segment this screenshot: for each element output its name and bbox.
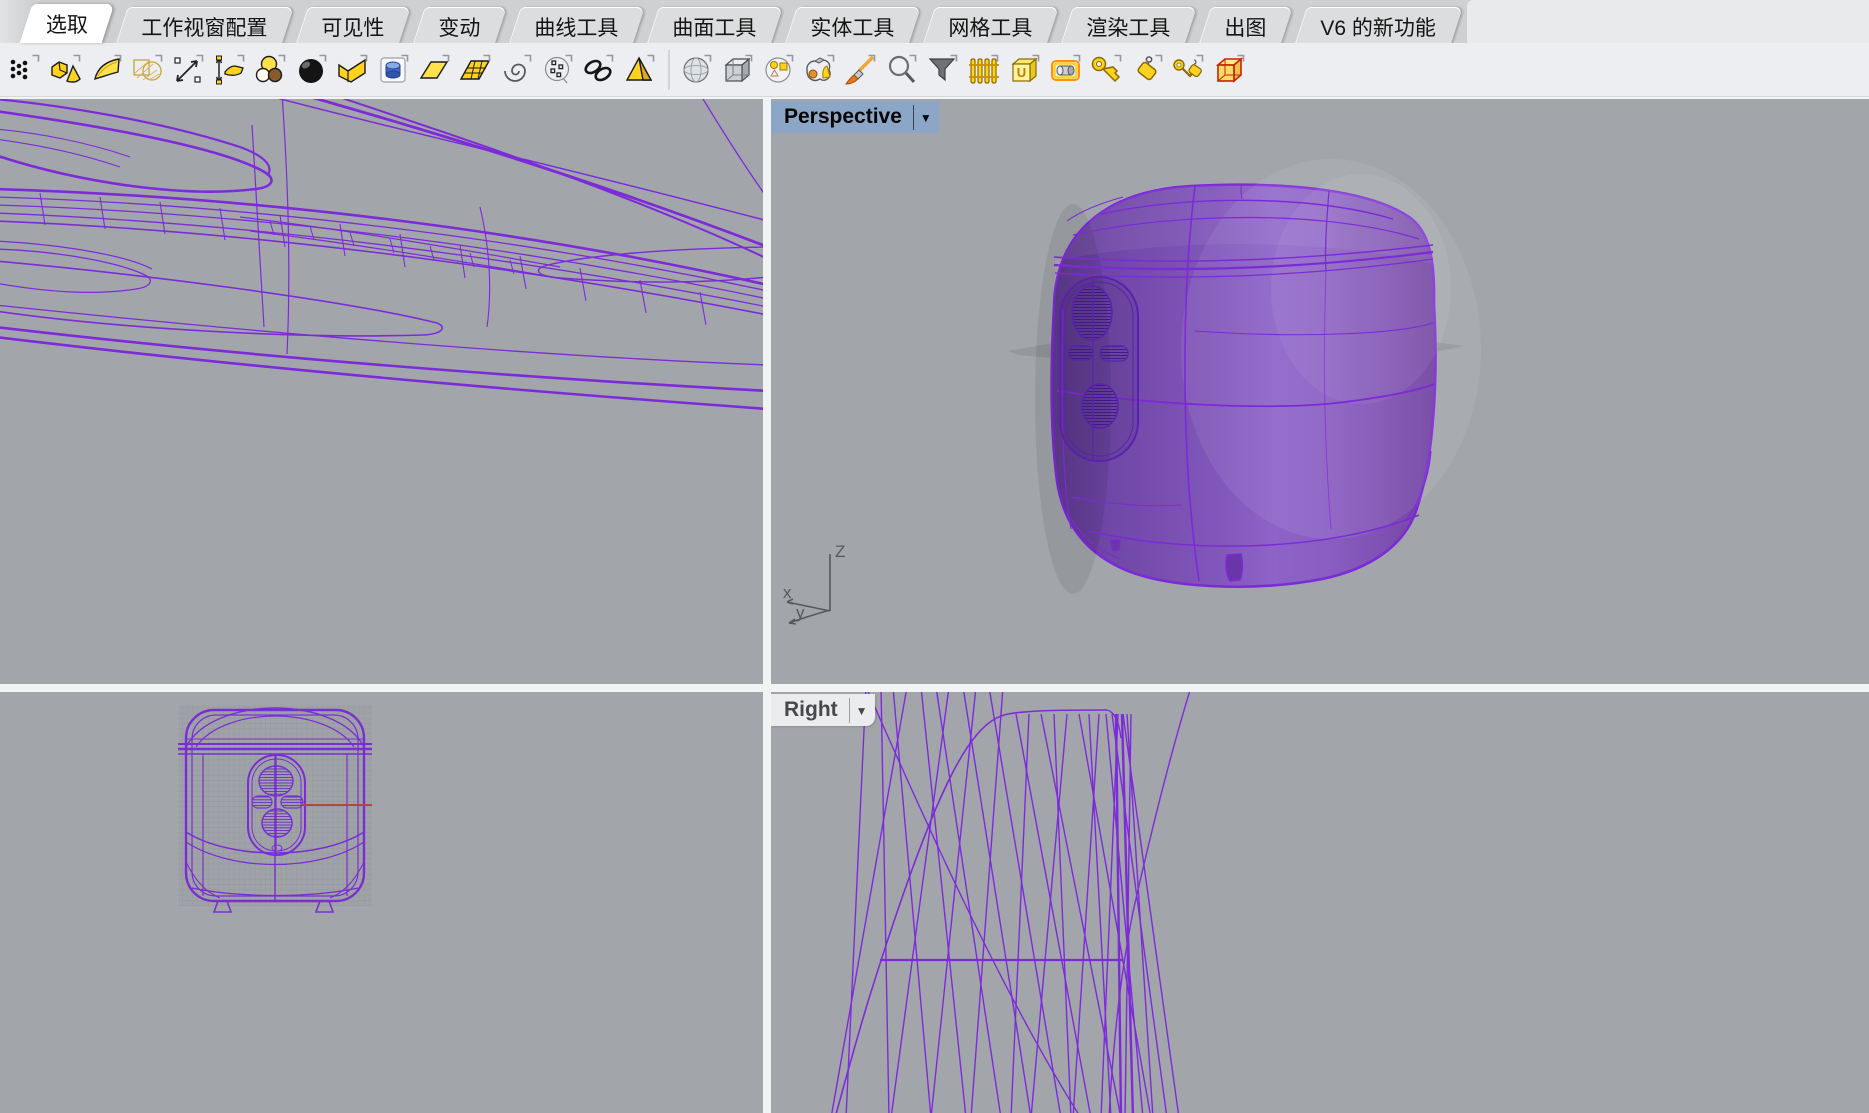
viewport-title-perspective[interactable]: Perspective ▼ — [771, 101, 939, 133]
spiral-curve-icon[interactable] — [497, 50, 535, 90]
paintbrush-icon[interactable] — [841, 50, 879, 90]
toolbar-tab-bar: 选取 工作视窗配置 可见性 变动 曲线工具 曲面工具 实体工具 网格工具 渲染工具 出图 V6 的新… — [0, 0, 1869, 43]
wireframe-right-view — [771, 692, 1869, 1113]
black-sphere-icon[interactable] — [292, 50, 330, 90]
tab-label: 渲染工具 — [1086, 12, 1170, 42]
chevron-down-icon[interactable]: ▼ — [920, 110, 932, 124]
tab-label: V6 的新功能 — [1320, 12, 1436, 42]
folded-surface-icon[interactable] — [333, 50, 371, 90]
tabbar-filler — [1467, 0, 1869, 43]
tab-label: 选取 — [46, 9, 88, 39]
tab-4[interactable]: 曲线工具 — [509, 7, 645, 43]
tab-5[interactable]: 曲面工具 — [647, 7, 783, 43]
wireframe-curves-top-left — [0, 99, 763, 684]
hatch-shapes-icon[interactable] — [128, 50, 166, 90]
chevron-down-icon[interactable]: ▼ — [856, 703, 868, 717]
rect-plane-icon[interactable] — [415, 50, 453, 90]
viewport-title-label[interactable]: Right — [784, 698, 838, 722]
tag-hook-icon[interactable] — [1128, 50, 1166, 90]
tab-2[interactable]: 可见性 — [296, 7, 411, 43]
viewport-top-left[interactable] — [0, 99, 763, 684]
shaded-sphere-icon[interactable] — [677, 50, 715, 90]
shaded-model-perspective: Z x y — [771, 99, 1869, 684]
u-box-icon[interactable]: U — [1005, 50, 1043, 90]
title-separator — [913, 105, 914, 130]
tab-7[interactable]: 网格工具 — [923, 7, 1059, 43]
rhino-window: 选取 工作视窗配置 可见性 变动 曲线工具 曲面工具 实体工具 网格工具 渲染工具 出图 V6 的新… — [0, 0, 1869, 1113]
control-panel — [1060, 277, 1138, 461]
tab-label: 曲面工具 — [672, 12, 756, 42]
viewport-title-label[interactable]: Perspective — [784, 105, 902, 129]
frame-cylinder-icon[interactable] — [1046, 50, 1084, 90]
box-cone-icon[interactable] — [46, 50, 84, 90]
filter-funnel-icon[interactable] — [923, 50, 961, 90]
tab-label: 曲线工具 — [534, 12, 618, 42]
transparent-cube-icon[interactable] — [1210, 50, 1248, 90]
tab-label: 可见性 — [321, 12, 384, 42]
select-by-type-icon[interactable] — [759, 50, 797, 90]
axis-y-label: y — [796, 603, 805, 622]
wireframe-cube-icon[interactable] — [718, 50, 756, 90]
tab-1[interactable]: 工作视窗配置 — [116, 7, 294, 43]
tab-10[interactable]: V6 的新功能 — [1295, 7, 1462, 43]
viewport-area: Z x y Perspective ▼ — [0, 97, 1869, 1113]
curved-surface-icon[interactable] — [87, 50, 125, 90]
key-icon[interactable] — [1087, 50, 1125, 90]
axis-x-label: x — [783, 583, 792, 602]
point-cloud-icon[interactable] — [538, 50, 576, 90]
select-lasso-icon[interactable] — [800, 50, 838, 90]
svg-text:U: U — [1017, 65, 1026, 80]
tab-3[interactable]: 变动 — [413, 7, 507, 43]
tab-9[interactable]: 出图 — [1199, 7, 1293, 43]
axis-gnomon — [787, 554, 830, 624]
tab-label: 网格工具 — [948, 12, 1032, 42]
key-tag-icon[interactable] — [1169, 50, 1207, 90]
fence-select-icon[interactable] — [964, 50, 1002, 90]
tab-label: 实体工具 — [810, 12, 894, 42]
axis-z-label: Z — [835, 542, 845, 561]
tab-6[interactable]: 实体工具 — [785, 7, 921, 43]
layer-balls-icon[interactable] — [251, 50, 289, 90]
zoom-magnifier-icon[interactable] — [882, 50, 920, 90]
mesh-plane-icon[interactable] — [456, 50, 494, 90]
pyramid-icon[interactable] — [620, 50, 658, 90]
tab-label: 变动 — [438, 12, 480, 42]
viewport-title-right[interactable]: Right ▼ — [771, 694, 875, 726]
points-grid-icon[interactable] — [5, 50, 43, 90]
toolbar-separator — [668, 50, 670, 90]
chain-links-icon[interactable] — [579, 50, 617, 90]
viewport-front[interactable] — [0, 692, 763, 1113]
title-separator — [849, 698, 850, 723]
viewport-perspective[interactable]: Z x y Perspective ▼ — [771, 99, 1869, 684]
dimension-hand-icon[interactable] — [210, 50, 248, 90]
axis-labels: Z x y — [783, 542, 845, 622]
main-toolbar: U — [0, 43, 1869, 97]
tab-label: 出图 — [1224, 12, 1266, 42]
move-arrows-icon[interactable] — [169, 50, 207, 90]
tab-0[interactable]: 选取 — [20, 4, 115, 43]
viewport-right[interactable]: Right ▼ — [771, 692, 1869, 1113]
blue-cylinder-box-icon[interactable] — [374, 50, 412, 90]
tab-label: 工作视窗配置 — [141, 12, 267, 42]
wireframe-front-view — [0, 692, 763, 1113]
tab-8[interactable]: 渲染工具 — [1061, 7, 1197, 43]
